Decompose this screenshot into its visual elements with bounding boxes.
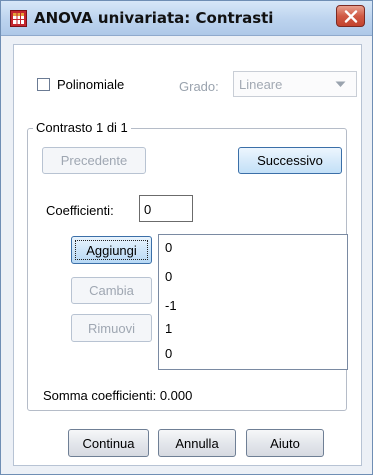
polynomial-label[interactable]: Polinomiale xyxy=(57,77,124,92)
remove-button-label: Rimuovi xyxy=(88,321,135,336)
change-button[interactable]: Cambia xyxy=(71,277,152,304)
list-item[interactable]: 0 xyxy=(165,269,172,284)
coefficient-sum-label: Somma coefficienti: xyxy=(43,388,157,403)
add-button[interactable]: Aggiungi xyxy=(71,236,152,264)
coefficient-sum: Somma coefficienti: 0.000 xyxy=(43,388,192,403)
list-item[interactable]: 0 xyxy=(165,346,172,361)
continue-button-label: Continua xyxy=(82,436,135,451)
spss-table-icon xyxy=(10,10,27,27)
degree-label: Grado: xyxy=(179,79,219,94)
coefficients-listbox[interactable]: 0 0 -1 1 0 xyxy=(158,234,348,370)
chevron-down-icon xyxy=(335,81,346,87)
cancel-button[interactable]: Annulla xyxy=(158,429,236,457)
list-item[interactable]: 1 xyxy=(165,321,172,336)
continue-button[interactable]: Continua xyxy=(68,429,149,457)
change-button-label: Cambia xyxy=(89,283,134,298)
window-title: ANOVA univariata: Contrasti xyxy=(34,9,274,27)
title-bar[interactable]: ANOVA univariata: Contrasti xyxy=(1,1,372,36)
list-item[interactable]: -1 xyxy=(165,298,177,313)
add-button-label: Aggiungi xyxy=(86,243,137,258)
polynomial-label-text: Polinomiale xyxy=(57,77,125,92)
next-button-label: Successivo xyxy=(257,153,323,168)
close-button[interactable] xyxy=(336,5,365,27)
next-button[interactable]: Successivo xyxy=(238,147,342,174)
contrast-group-title: Contrasto 1 di 1 xyxy=(33,120,131,135)
help-button-label: Aiuto xyxy=(270,436,300,451)
degree-select-value: Lineare xyxy=(239,77,283,92)
dialog-window: ANOVA univariata: Contrasti Polinomiale … xyxy=(0,0,373,475)
cancel-button-label: Annulla xyxy=(175,436,219,451)
close-icon xyxy=(344,10,358,23)
list-item[interactable]: 0 xyxy=(165,240,172,255)
remove-button[interactable]: Rimuovi xyxy=(71,314,152,342)
coefficient-input[interactable]: 0 xyxy=(139,195,193,222)
previous-button-label: Precedente xyxy=(60,153,128,168)
polynomial-checkbox[interactable] xyxy=(37,78,50,91)
coefficients-label: Coefficienti: xyxy=(46,203,114,218)
coefficient-input-value: 0 xyxy=(144,202,152,217)
previous-button[interactable]: Precedente xyxy=(42,147,146,174)
degree-select[interactable]: Lineare xyxy=(233,71,357,97)
coefficient-sum-value: 0.000 xyxy=(159,388,193,403)
help-button[interactable]: Aiuto xyxy=(246,429,324,457)
